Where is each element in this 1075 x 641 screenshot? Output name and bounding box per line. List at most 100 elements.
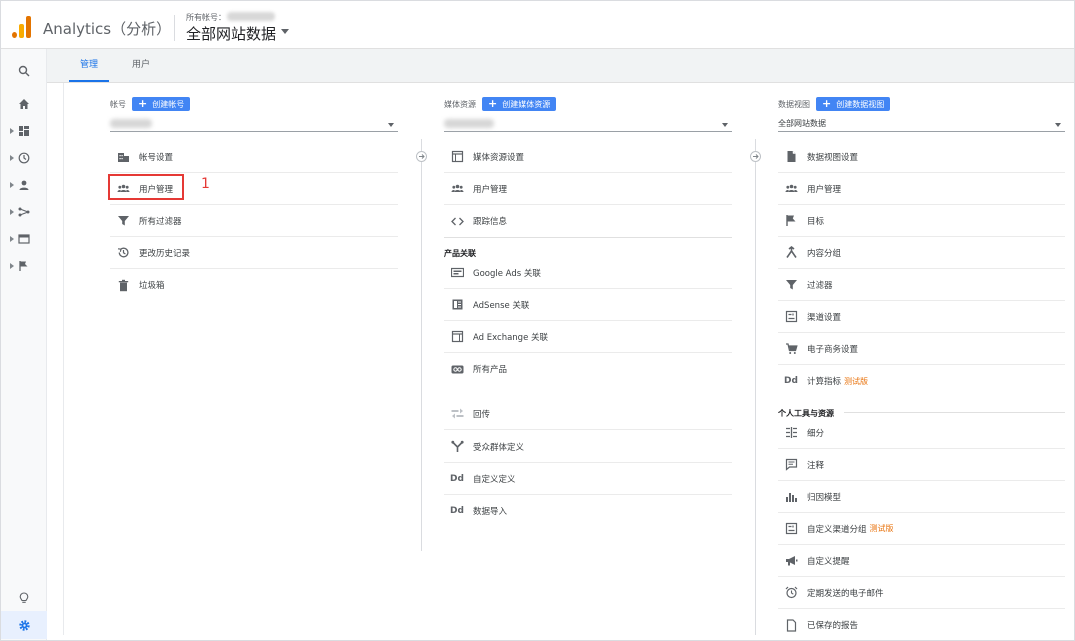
scheduled-emails-label: 定期发送的电子邮件 [807,588,884,599]
create-account-button[interactable]: + 创建帐号 [132,97,191,111]
content-grouping-item[interactable]: 内容分组 [778,237,1065,269]
view-column-header: 数据视图 + 创建数据视图 [778,97,891,111]
ecommerce-settings-item[interactable]: 电子商务设置 [778,333,1065,365]
account-filters-item[interactable]: 所有过滤器 [110,205,398,237]
saved-reports-item[interactable]: 已保存的报告 [778,609,1065,640]
ad-exchange-link-item[interactable]: Ad Exchange 关联 [444,321,732,353]
audience-icon [450,440,464,454]
cart-icon [784,342,798,356]
analytics-admin-window: Analytics（分析） 所有帐号： 全部网站数据 管理 用户 帐号 + 创建… [0,0,1075,641]
channel-icon [784,310,798,324]
caret-down-icon[interactable] [281,29,289,34]
megaphone-icon [784,554,798,568]
property-user-management-item[interactable]: 用户管理 [444,173,732,205]
account-selector[interactable] [110,117,398,132]
annotations-item[interactable]: 注释 [778,449,1065,481]
column-divider [755,139,756,635]
dd-icon: Dd [450,506,464,516]
caret-down-icon[interactable] [1055,123,1061,127]
tab-admin[interactable]: 管理 [69,49,109,82]
create-view-button[interactable]: + 创建数据视图 [816,97,891,111]
property-name-redacted [444,119,494,128]
postback-icon [450,407,464,421]
google-ads-icon [450,266,464,280]
ad-exchange-icon [450,330,464,344]
property-selector[interactable] [444,117,732,132]
postback-item[interactable]: 回传 [444,398,732,430]
account-label: 所有帐号： [186,13,226,22]
data-import-label: 数据导入 [473,507,508,517]
clock-icon[interactable] [1,146,47,170]
channel-settings-item[interactable]: 渠道设置 [778,301,1065,333]
attribution-models-item[interactable]: 归因模型 [778,481,1065,513]
create-property-button[interactable]: + 创建媒体资源 [482,97,557,111]
property-column-header: 媒体资源 + 创建媒体资源 [444,97,557,111]
admin-content: 帐号 + 创建帐号 帐号设置 用户管理 所有过滤器 更改历史记录 垃圾箱 媒体资… [63,83,1074,635]
home-icon[interactable] [1,92,47,116]
flag-icon[interactable] [1,254,47,278]
account-column-header: 帐号 + 创建帐号 [110,97,191,111]
arrow-right-icon [416,151,427,162]
lightbulb-icon[interactable] [1,586,47,610]
caret-down-icon[interactable] [722,123,728,127]
caret-down-icon[interactable] [388,123,394,127]
property-settings-item[interactable]: 媒体资源设置 [444,141,732,173]
trash-label: 垃圾箱 [139,281,165,291]
acquisition-icon[interactable] [1,200,47,224]
person-icon[interactable] [1,173,47,197]
custom-alerts-label: 自定义提醒 [807,556,850,567]
google-ads-link-item[interactable]: Google Ads 关联 [444,257,732,289]
custom-definitions-item[interactable]: Dd 自定义定义 [444,463,732,495]
content-grouping-label: 内容分组 [807,248,842,259]
view-selector-dropdown[interactable]: 全部网站数据 [778,117,1065,132]
account-settings-label: 帐号设置 [139,152,174,163]
view-filters-item[interactable]: 过滤器 [778,269,1065,301]
custom-alerts-item[interactable]: 自定义提醒 [778,545,1065,577]
search-icon[interactable] [1,59,47,83]
arrow-right-icon [750,151,761,162]
segment-icon [784,426,798,440]
view-selector[interactable]: 全部网站数据 [186,23,276,44]
calculated-metrics-item[interactable]: Dd 计算指标 测试版 [778,365,1065,397]
adsense-link-label: AdSense 关联 [473,300,530,311]
channel-settings-label: 渠道设置 [807,312,842,323]
dashboard-icon[interactable] [1,119,47,143]
create-view-label: 创建数据视图 [836,99,885,109]
behavior-icon[interactable] [1,227,47,251]
plus-icon: + [488,97,498,110]
gear-icon[interactable] [1,611,47,639]
top-header: Analytics（分析） 所有帐号： 全部网站数据 [1,1,1074,49]
view-user-management-item[interactable]: 用户管理 [778,173,1065,205]
change-history-item[interactable]: 更改历史记录 [110,237,398,269]
window-icon [450,150,464,164]
view-column-label: 数据视图 [778,99,810,109]
analytics-logo-icon[interactable] [12,16,32,38]
account-settings-item[interactable]: 帐号设置 [110,141,398,173]
attribution-icon [784,490,798,504]
trash-icon [116,278,130,292]
property-settings-label: 媒体资源设置 [473,152,525,163]
all-products-item[interactable]: 所有产品 [444,353,732,385]
goals-item[interactable]: 目标 [778,205,1065,237]
tracking-info-item[interactable]: 跟踪信息 [444,205,732,237]
tab-user[interactable]: 用户 [123,49,159,82]
adsense-icon [450,298,464,312]
adsense-link-item[interactable]: AdSense 关联 [444,289,732,321]
segments-label: 细分 [807,428,825,439]
audience-definitions-item[interactable]: 受众群体定义 [444,431,732,463]
selected-view: 全部网站数据 [778,119,826,128]
account-column-label: 帐号 [110,99,126,109]
custom-definitions-label: 自定义定义 [473,474,516,485]
filter-icon [116,214,130,228]
data-import-item[interactable]: Dd 数据导入 [444,495,732,527]
custom-channel-grouping-item[interactable]: 自定义渠道分组 测试版 [778,513,1065,545]
view-settings-item[interactable]: 数据视图设置 [778,141,1065,173]
document-icon [784,150,798,164]
alarm-icon [784,586,798,600]
custom-channel-grouping-label: 自定义渠道分组 [807,524,867,535]
scheduled-emails-item[interactable]: 定期发送的电子邮件 [778,577,1065,609]
create-property-label: 创建媒体资源 [502,99,551,109]
section-divider [844,412,1065,413]
segments-item[interactable]: 细分 [778,417,1065,449]
trash-item[interactable]: 垃圾箱 [110,269,398,301]
